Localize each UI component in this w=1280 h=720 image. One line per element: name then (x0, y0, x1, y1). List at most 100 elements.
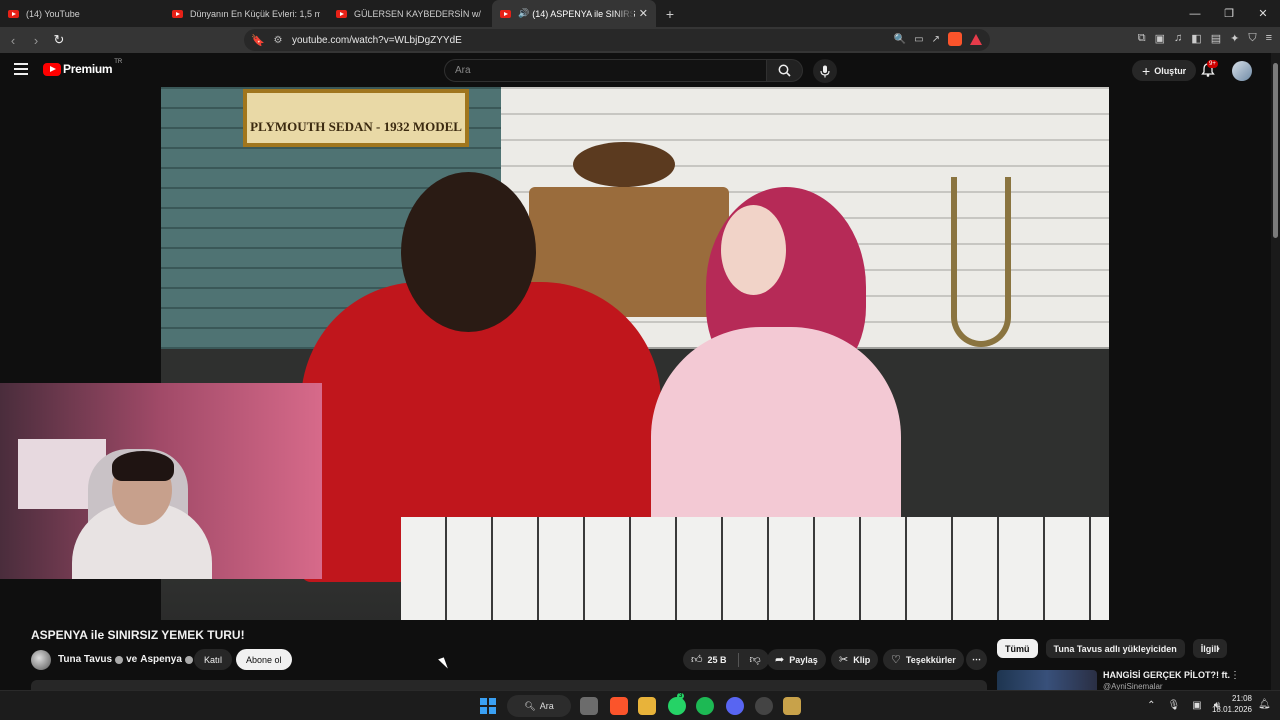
chip-related[interactable]: İlgili (1192, 639, 1227, 658)
search-input[interactable]: Ara (444, 59, 767, 82)
chip-from-uploader[interactable]: Tuna Tavus adlı yükleyiciden (1045, 639, 1185, 658)
plus-icon: + (1142, 62, 1151, 79)
bookmark-icon[interactable]: 🔖 (248, 34, 268, 47)
channel-primary[interactable]: Tuna Tavus (58, 654, 112, 665)
share-label: Paylaş (789, 654, 818, 665)
recommendation-chips: Tümü Tuna Tavus adlı yükleyiciden İlgili (997, 639, 1227, 658)
app-icon[interactable] (783, 697, 801, 715)
recommendation-thumbnail[interactable] (997, 670, 1097, 690)
address-bar[interactable]: 🔖 ⚙ youtube.com/watch?v=WLbjDgZYYdE 🔍 ▭ … (244, 29, 990, 51)
clip-button[interactable]: ✂ Klip (831, 649, 879, 670)
mouse-cursor (438, 657, 448, 671)
channel-avatar[interactable] (31, 650, 51, 670)
task-view-icon[interactable] (580, 697, 598, 715)
new-tab-button[interactable]: + (656, 6, 684, 22)
share-button[interactable]: ➦ Paylaş (767, 649, 826, 670)
tab-youtube-home[interactable]: (14) YouTube (0, 0, 164, 27)
like-divider (737, 652, 739, 667)
recommendation-more-icon[interactable]: ⋮ (1230, 670, 1240, 681)
voice-search-button[interactable] (813, 59, 837, 83)
create-label: Oluştur (1154, 65, 1187, 76)
steam-icon[interactable] (755, 697, 773, 715)
extensions-icon[interactable]: ⧉ (1138, 32, 1146, 45)
join-button[interactable]: Katıl (194, 649, 233, 670)
channel-secondary[interactable]: Aspenya (140, 654, 182, 665)
scrollbar-thumb[interactable] (1273, 63, 1278, 238)
whatsapp-badge: 3 (677, 693, 685, 699)
browser-menu-icon[interactable]: ≡ (1266, 32, 1272, 45)
windows-start-icon[interactable] (480, 698, 496, 714)
youtube-play-icon (43, 62, 61, 76)
recommendation-title[interactable]: HANGİSİ GERÇEK PİLOT?! ft. (1103, 670, 1230, 680)
verified-icon (115, 655, 124, 664)
recommendation-channel[interactable]: @AyniSinemalar (1103, 682, 1163, 690)
thanks-button[interactable]: ♡ Teşekkürler (883, 649, 964, 670)
brave-browser-icon[interactable] (610, 697, 628, 715)
chips-next-icon[interactable]: › (1216, 641, 1220, 655)
dislike-icon[interactable]: 👎︎ (750, 653, 761, 666)
tab-title: GÜLERSEN KAYBEDERSİN w/ Rutin D (354, 8, 484, 19)
taskbar-clock[interactable]: 21:08 18.01.2026 (1206, 693, 1252, 715)
page-scrollbar[interactable] (1271, 53, 1280, 690)
wallet-icon[interactable]: ▤ (1211, 32, 1221, 45)
speaker-icon: 🔊 (518, 8, 530, 18)
scissors-icon: ✂ (839, 654, 849, 666)
tray-overflow-icon[interactable]: ⌃ (1147, 700, 1155, 711)
zoom-icon[interactable]: 🔍 (894, 34, 906, 45)
site-settings-icon[interactable]: ⚙ (268, 35, 288, 46)
brave-rewards-icon[interactable] (970, 33, 982, 45)
like-dislike-group: 👍︎ 25 B 👎︎ (683, 649, 769, 670)
reload-icon[interactable]: ↻ (49, 32, 69, 48)
tab-tiny-houses[interactable]: Dünyanın En Küçük Evleri: 1,5 m² Tab (164, 0, 328, 27)
omnibox-actions: 🔍 ▭ ↗ (894, 32, 982, 46)
spotify-icon[interactable] (696, 697, 714, 715)
close-window-icon[interactable]: ✕ (1246, 7, 1280, 20)
tab-gulersen[interactable]: GÜLERSEN KAYBEDERSİN w/ Rutin D (328, 0, 492, 27)
browser-tab-bar: (14) YouTube Dünyanın En Küçük Evleri: 1… (0, 0, 1280, 27)
hamburger-menu-icon[interactable] (14, 63, 28, 75)
tab-fade (614, 0, 634, 27)
restore-icon[interactable]: ❐ (1212, 7, 1246, 20)
more-actions-button[interactable]: ⋯ (966, 649, 987, 670)
saxophone-prop (951, 177, 1011, 347)
subscribe-button[interactable]: Abone ol (236, 649, 292, 670)
network-icon[interactable]: ▣ (1192, 700, 1201, 711)
taskbar-search[interactable]: 🔍︎ Ara (507, 695, 571, 717)
discord-icon[interactable] (726, 697, 744, 715)
share-icon[interactable]: ↗ (932, 34, 940, 45)
youtube-favicon-icon (172, 9, 183, 18)
tab-close-icon[interactable]: ✕ (639, 7, 648, 20)
account-avatar[interactable] (1232, 61, 1252, 81)
cast-icon[interactable]: ▭ (914, 34, 923, 45)
host-woman-face (721, 205, 786, 295)
verified-icon (184, 655, 193, 664)
forward-icon[interactable]: › (26, 33, 46, 48)
back-icon[interactable]: ‹ (3, 33, 23, 48)
notification-badge: 9+ (1207, 60, 1218, 68)
file-explorer-icon[interactable] (638, 697, 656, 715)
url-text[interactable]: youtube.com/watch?v=WLbjDgZYYdE (292, 35, 462, 46)
whatsapp-icon[interactable] (668, 697, 686, 715)
like-icon[interactable]: 👍︎ (691, 653, 703, 666)
screenshot-icon[interactable]: ▣ (1155, 32, 1165, 45)
window-controls: — ❐ ✕ (1178, 0, 1280, 27)
brave-shields-icon[interactable] (948, 32, 962, 46)
tray-mic-icon[interactable]: 🎙︎ (1168, 700, 1181, 711)
host-man-head (401, 172, 536, 332)
media-icon[interactable]: ♫ (1174, 32, 1182, 45)
tab-aspenya[interactable]: 🔊 (14) ASPENYA ile SINIRSIZ YE ✕ (492, 0, 656, 27)
leo-ai-icon[interactable]: ✦ (1230, 32, 1239, 45)
vpn-icon[interactable]: ⛉ (1248, 32, 1256, 45)
chip-all[interactable]: Tümü (997, 639, 1038, 658)
youtube-logo[interactable]: Premium TR (43, 59, 122, 76)
channel-names[interactable]: Tuna Tavus ve Aspenya (58, 654, 193, 665)
notification-center-icon[interactable]: 🔔︎ (1258, 699, 1271, 710)
clock-date: 18.01.2026 (1211, 705, 1252, 714)
football-prop (573, 142, 675, 187)
like-count[interactable]: 25 B (708, 655, 727, 665)
description-box[interactable] (31, 680, 987, 690)
sidebar-icon[interactable]: ◧ (1191, 32, 1201, 45)
create-button[interactable]: + Oluştur (1132, 60, 1197, 81)
minimize-icon[interactable]: — (1178, 8, 1212, 20)
search-button[interactable] (766, 59, 803, 82)
